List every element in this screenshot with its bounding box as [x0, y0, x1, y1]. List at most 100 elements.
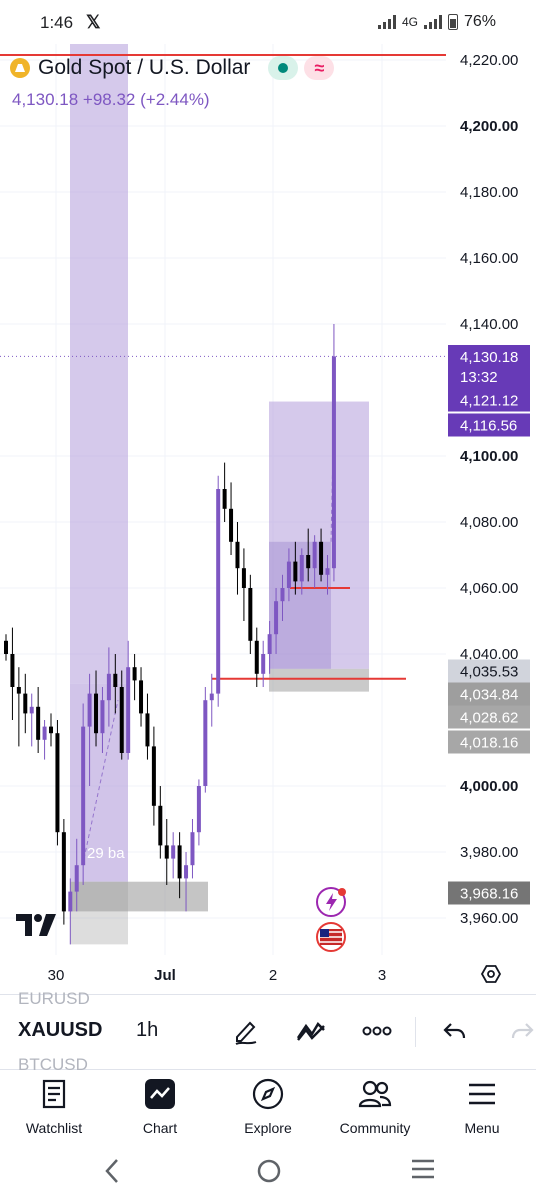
symbol-title[interactable]: Gold Spot / U.S. Dollar: [38, 56, 250, 80]
candle-body[interactable]: [312, 541, 317, 569]
candle-body[interactable]: [94, 693, 99, 734]
candle-body[interactable]: [164, 845, 169, 859]
back-icon[interactable]: [104, 1158, 120, 1189]
candle-body[interactable]: [139, 680, 144, 714]
candle-body[interactable]: [267, 634, 272, 654]
chart-toolbar: EURUSD XAUUSD BTCUSD 1h: [0, 989, 536, 1074]
candle-body[interactable]: [68, 891, 73, 912]
nav-explore[interactable]: Explore: [218, 1076, 318, 1136]
candle-body[interactable]: [306, 555, 311, 569]
candle-body[interactable]: [190, 832, 195, 866]
gold-icon: [10, 58, 30, 78]
candle-body[interactable]: [299, 555, 304, 582]
candle-body[interactable]: [229, 508, 234, 542]
price-badge-label: 4,130.18: [460, 349, 518, 366]
candle-body[interactable]: [126, 667, 131, 753]
wave-icon[interactable]: ≈: [304, 56, 335, 80]
nav-label: Menu: [464, 1120, 500, 1136]
candle-body[interactable]: [10, 654, 15, 687]
candle-body[interactable]: [151, 746, 156, 806]
price-tick-label: 3,980.00: [460, 844, 518, 861]
nav-community[interactable]: Community: [325, 1076, 425, 1136]
price-badge-label: 4,034.84: [460, 687, 518, 704]
candle-body[interactable]: [119, 687, 124, 753]
candle-body[interactable]: [23, 693, 28, 714]
candle-body[interactable]: [286, 561, 291, 588]
candle-body[interactable]: [261, 654, 266, 674]
candle-body[interactable]: [42, 726, 47, 740]
stop-zone-extension[interactable]: [70, 881, 208, 912]
network-type: 4G: [401, 15, 418, 29]
market-open-icon[interactable]: [268, 56, 299, 80]
signal-icon: [377, 15, 396, 29]
candle-body[interactable]: [254, 640, 259, 674]
candle-body[interactable]: [171, 845, 176, 859]
price-badge-label: 4,116.56: [460, 418, 517, 435]
candle-body[interactable]: [177, 845, 182, 879]
candle-body[interactable]: [209, 693, 214, 701]
candle-body[interactable]: [36, 706, 41, 740]
price-tick-label: 4,200.00: [460, 118, 518, 135]
candle-body[interactable]: [184, 865, 189, 879]
candle-body[interactable]: [319, 541, 324, 575]
candle-body[interactable]: [235, 541, 240, 569]
candle-body[interactable]: [203, 700, 208, 786]
price-change: +98.32: [82, 90, 136, 109]
symbol-prev[interactable]: EURUSD: [18, 989, 90, 1009]
nav-menu[interactable]: Menu: [432, 1076, 532, 1136]
long-position-target-zone[interactable]: [70, 44, 128, 684]
compass-icon: [218, 1076, 318, 1112]
candle-body[interactable]: [61, 832, 66, 912]
candle-body[interactable]: [158, 805, 163, 846]
candle-body[interactable]: [49, 726, 54, 734]
candle-body[interactable]: [248, 588, 253, 641]
candle-body[interactable]: [216, 489, 221, 694]
chart-header[interactable]: Gold Spot / U.S. Dollar ≈: [10, 56, 335, 80]
home-icon[interactable]: [256, 1158, 282, 1189]
more-icon[interactable]: [359, 1013, 395, 1049]
candle-body[interactable]: [196, 786, 201, 833]
symbol-selector[interactable]: XAUUSD: [18, 1019, 102, 1042]
candle-body[interactable]: [55, 733, 60, 833]
candle-body[interactable]: [87, 693, 92, 727]
candle-body[interactable]: [280, 588, 285, 602]
watchlist-icon: [4, 1076, 104, 1112]
nav-label: Explore: [244, 1120, 292, 1136]
price-chart[interactable]: 29 ba 4,220.00 4,200.00 4,180.00 4,160.00 4,1…: [0, 44, 536, 994]
price-badge-label: 4,018.16: [460, 735, 518, 752]
undo-icon[interactable]: [437, 1013, 473, 1049]
candle-body[interactable]: [81, 726, 86, 866]
candle-body[interactable]: [29, 706, 34, 714]
x-icon: 𝕏: [86, 12, 101, 32]
candle-body[interactable]: [293, 561, 298, 582]
candle-body[interactable]: [100, 700, 105, 734]
battery-icon: [447, 14, 458, 30]
status-bar: 1:46 𝕏 4G 76%: [0, 0, 536, 44]
candle-body[interactable]: [4, 640, 8, 654]
right-stop-zone[interactable]: [269, 668, 369, 692]
recents-icon[interactable]: [410, 1158, 436, 1185]
redo-icon[interactable]: [504, 1013, 536, 1049]
pencil-icon[interactable]: [228, 1013, 264, 1049]
price-tick-label: 3,960.00: [460, 910, 518, 927]
candle-body[interactable]: [325, 568, 330, 575]
nav-chart[interactable]: Chart: [110, 1076, 210, 1136]
candle-body[interactable]: [106, 673, 111, 701]
signal-icon-2: [423, 15, 442, 29]
candle-body[interactable]: [113, 673, 118, 687]
price-tick-label: 4,140.00: [460, 316, 518, 333]
candle-body[interactable]: [145, 713, 150, 747]
candle-body[interactable]: [74, 865, 79, 892]
candle-body[interactable]: [222, 489, 227, 509]
bars-count-label: 29 ba: [87, 845, 125, 862]
candle-body[interactable]: [241, 568, 246, 588]
nav-watchlist[interactable]: Watchlist: [4, 1076, 104, 1136]
indicators-icon[interactable]: [293, 1013, 329, 1049]
candle-body[interactable]: [16, 687, 21, 694]
settings-icon[interactable]: [480, 965, 502, 983]
candle-body[interactable]: [132, 667, 137, 681]
interval-selector[interactable]: 1h: [136, 1019, 158, 1042]
candle-body[interactable]: [331, 356, 336, 569]
time-tick-label: Jul: [154, 967, 176, 984]
candle-body[interactable]: [274, 601, 279, 635]
